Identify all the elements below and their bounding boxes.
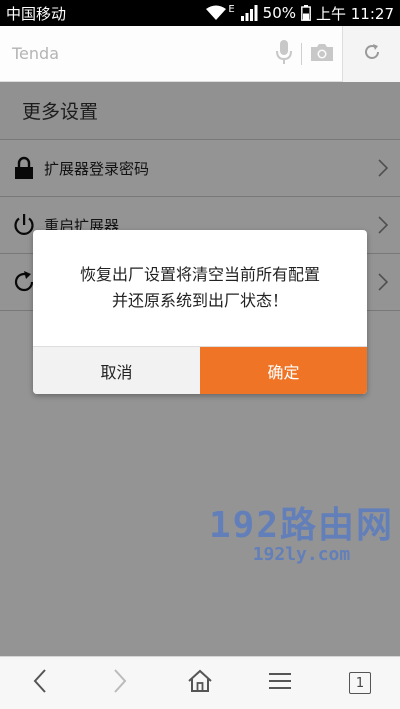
url-text: Tenda (12, 44, 59, 63)
dialog-message: 恢复出厂设置将清空当前所有配置 并还原系统到出厂状态！ (33, 230, 367, 346)
confirm-dialog: 恢复出厂设置将清空当前所有配置 并还原系统到出厂状态！ 取消 确定 (33, 230, 367, 394)
microphone-icon[interactable] (275, 39, 293, 69)
bottom-toolbar: 1 (0, 656, 400, 709)
chevron-left-icon (32, 668, 48, 698)
dialog-buttons: 取消 确定 (33, 346, 367, 394)
address-separator (301, 42, 302, 65)
menu-icon (268, 671, 292, 695)
forward-button[interactable] (90, 657, 150, 709)
status-bar: 中国移动 E 50% 上午 11:27 (0, 0, 400, 26)
chevron-right-icon (112, 668, 128, 698)
address-bar: Tenda (0, 25, 400, 82)
refresh-button[interactable] (342, 25, 400, 82)
watermark-main: 192路由网 (208, 505, 394, 546)
menu-button[interactable] (250, 657, 310, 709)
address-icons (275, 26, 342, 82)
tab-count: 1 (349, 672, 371, 694)
refresh-icon (362, 42, 382, 66)
home-button[interactable] (170, 657, 230, 709)
cancel-button[interactable]: 取消 (33, 347, 200, 394)
carrier-label: 中国移动 (6, 4, 67, 23)
wifi-icon (205, 5, 227, 21)
watermark: 192路由网 192ly.com (209, 496, 394, 565)
battery-label: 50% (262, 4, 296, 22)
status-icons: E 50% 上午 11:27 (205, 3, 394, 24)
battery-icon (301, 5, 311, 21)
time-label: 上午 11:27 (316, 4, 394, 23)
confirm-button[interactable]: 确定 (200, 347, 367, 394)
tabs-button[interactable]: 1 (330, 657, 390, 709)
back-button[interactable] (10, 657, 70, 709)
url-field[interactable]: Tenda (0, 26, 275, 82)
dialog-message-line1: 恢复出厂设置将清空当前所有配置 (79, 265, 320, 284)
camera-icon[interactable] (310, 42, 334, 66)
signal-icon (240, 5, 258, 21)
network-type-label: E (228, 3, 235, 15)
dialog-message-line2: 并还原系统到出厂状态！ (111, 291, 288, 310)
home-icon (187, 669, 213, 697)
